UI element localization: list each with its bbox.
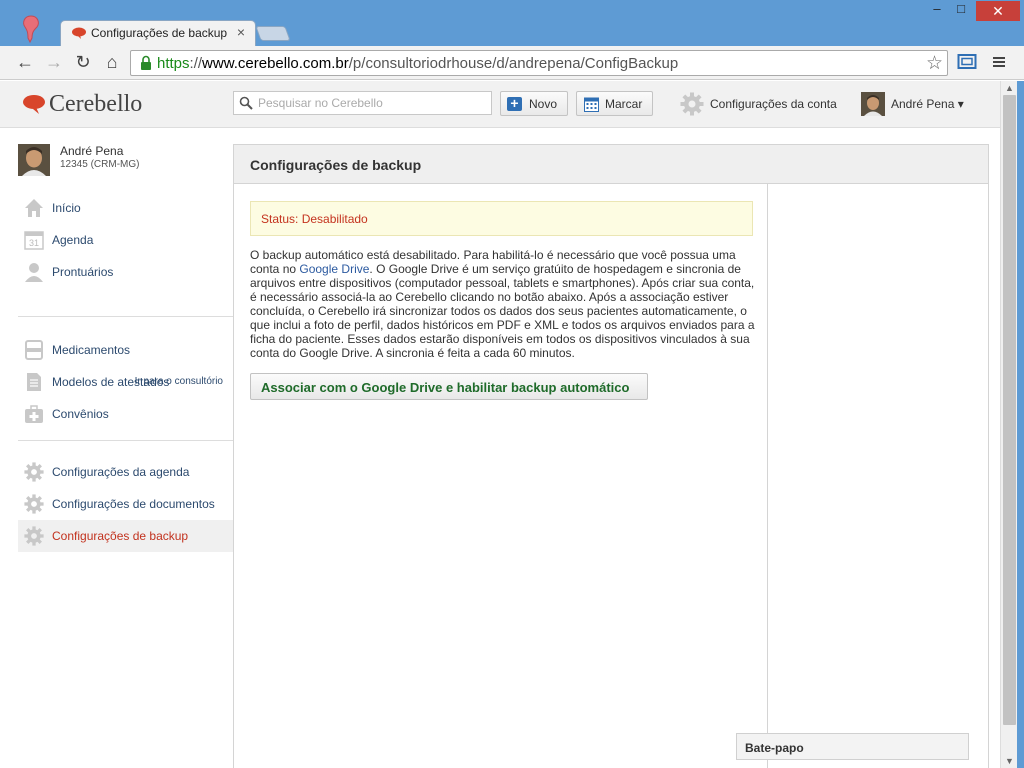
sidebar-item-label: Convênios (52, 407, 109, 421)
gear-icon (24, 494, 44, 514)
page-title: Configurações de backup (250, 157, 422, 173)
url-path: /p/consultoriodrhouse/d/andrepena/Config… (348, 55, 679, 72)
tab-close-icon[interactable]: × (234, 24, 248, 40)
sidebar-item-modelos-atestados[interactable]: Modelos de atestados (18, 366, 233, 398)
sidebar-item-label: Prontuários (52, 265, 114, 279)
associate-google-drive-label: Associar com o Google Drive e habilitar … (261, 380, 630, 395)
brand-name: Cerebello (49, 91, 143, 117)
sidebar-item-convenios[interactable]: Convênios (18, 398, 233, 430)
home-button[interactable]: ⌂ (101, 52, 123, 74)
medication-icon (25, 340, 43, 360)
sidebar-item-medicamentos[interactable]: Medicamentos (18, 334, 233, 366)
profile-name: André Pena (60, 144, 124, 158)
chat-panel-button[interactable]: Bate-papo (736, 733, 969, 760)
gear-icon (24, 526, 44, 546)
sidebar-item-config-agenda[interactable]: Configurações da agenda (18, 456, 233, 488)
url-host: www.cerebello.com.br (202, 55, 349, 72)
associate-google-drive-button[interactable]: Associar com o Google Drive e habilitar … (250, 373, 648, 400)
backup-description: O backup automático está desabilitado. P… (250, 248, 756, 360)
url-scheme: https (157, 55, 190, 72)
first-aid-icon (25, 405, 43, 423)
sidebar-item-label: Agenda (52, 233, 94, 247)
search-icon (239, 96, 253, 110)
avatar (861, 92, 885, 116)
close-window-button[interactable]: ✕ (976, 1, 1020, 21)
sidebar-item-label: Configurações da agenda (52, 465, 190, 479)
page-content: Cerebello + Novo Marcar (0, 81, 1000, 768)
app-header: Cerebello + Novo Marcar (0, 81, 1000, 128)
main-panel: Configurações de backup Status: Desabili… (233, 144, 989, 768)
search-input[interactable] (258, 94, 486, 112)
minimize-button[interactable]: ‒ (926, 1, 948, 21)
new-tab-button[interactable] (255, 26, 291, 41)
sidebar-item-config-documentos[interactable]: Configurações de documentos (18, 488, 233, 520)
window-border (1017, 81, 1024, 768)
home-icon (25, 199, 43, 217)
account-settings-label: Configurações da conta (710, 97, 837, 111)
plus-icon: + (507, 96, 522, 111)
sidebar-item-label: Modelos de atestados (52, 375, 170, 389)
sidebar-item-label: Configurações de documentos (52, 497, 215, 511)
page-scrollbar[interactable]: ▲ ▼ (1000, 81, 1017, 768)
panel-column-divider (767, 184, 768, 768)
browser-window: Configurações de backup × ‒ □ ✕ ← → ↻ ⌂ … (0, 0, 1024, 768)
sidebar-item-label: Início (52, 201, 81, 215)
sidebar: André Pena 12345 (CRM-MG) Início 31 Agen… (0, 128, 233, 768)
panel-header: Configurações de backup (234, 145, 988, 184)
gear-icon (680, 92, 704, 116)
url-separator: :// (189, 55, 203, 72)
scroll-thumb[interactable] (1003, 95, 1016, 725)
sidebar-item-label: Configurações de backup (52, 529, 189, 543)
description-text: . O Google Drive é um serviço gratúito d… (250, 262, 755, 360)
scroll-up-arrow-icon[interactable]: ▲ (1001, 81, 1018, 95)
search-box[interactable] (233, 91, 492, 115)
browser-tab[interactable]: Configurações de backup × (60, 20, 256, 46)
brain-logo-icon (23, 95, 45, 114)
chat-label: Bate-papo (745, 741, 804, 755)
sidebar-divider (18, 316, 233, 317)
bookmark-star-icon[interactable]: ☆ (926, 52, 943, 75)
schedule-button-label: Marcar (605, 97, 643, 111)
person-icon (25, 263, 43, 282)
status-badge: Status: Desabilitado (250, 201, 753, 236)
profile-crm: 12345 (CRM-MG) (60, 159, 140, 170)
sidebar-divider (18, 440, 233, 441)
calendar-icon (584, 97, 599, 112)
title-bar: Configurações de backup × ‒ □ ✕ (0, 0, 1024, 46)
sidebar-item-prontuarios[interactable]: Prontuários (18, 256, 233, 288)
cast-icon[interactable] (957, 53, 977, 71)
scroll-down-arrow-icon[interactable]: ▼ (1001, 754, 1018, 768)
cerebello-app-icon (23, 15, 39, 44)
svg-text:31: 31 (29, 238, 39, 248)
url-text: https://www.cerebello.com.br/p/consultor… (157, 55, 678, 72)
sidebar-item-inicio[interactable]: Início (18, 192, 233, 224)
status-text: Status: Desabilitado (261, 212, 368, 226)
document-icon (27, 373, 41, 391)
browser-toolbar: ← → ↻ ⌂ https://www.cerebello.com.br/p/c… (0, 46, 1024, 80)
user-menu[interactable]: André Pena ▾ (861, 91, 981, 117)
user-name-label: André Pena ▾ (891, 97, 964, 111)
avatar (18, 144, 50, 176)
lock-icon (141, 55, 151, 70)
address-bar[interactable]: https://www.cerebello.com.br/p/consultor… (130, 50, 948, 76)
sidebar-item-agenda[interactable]: 31 Agenda (18, 224, 233, 256)
menu-icon[interactable] (990, 52, 1008, 72)
gear-icon (24, 462, 44, 482)
new-button[interactable]: + Novo (500, 91, 568, 116)
back-button[interactable]: ← (14, 52, 36, 74)
calendar-icon: 31 (24, 231, 44, 250)
forward-button[interactable]: → (43, 52, 65, 74)
reload-button[interactable]: ↻ (72, 52, 94, 74)
tab-title: Configurações de backup (91, 26, 228, 40)
schedule-button[interactable]: Marcar (576, 91, 653, 116)
google-drive-link[interactable]: Google Drive (299, 262, 369, 276)
maximize-button[interactable]: □ (950, 1, 972, 21)
sidebar-item-label: Medicamentos (52, 343, 131, 357)
new-button-label: Novo (529, 97, 558, 111)
brain-favicon-icon (72, 27, 86, 39)
sidebar-item-config-backup[interactable]: Configurações de backup (18, 520, 233, 552)
